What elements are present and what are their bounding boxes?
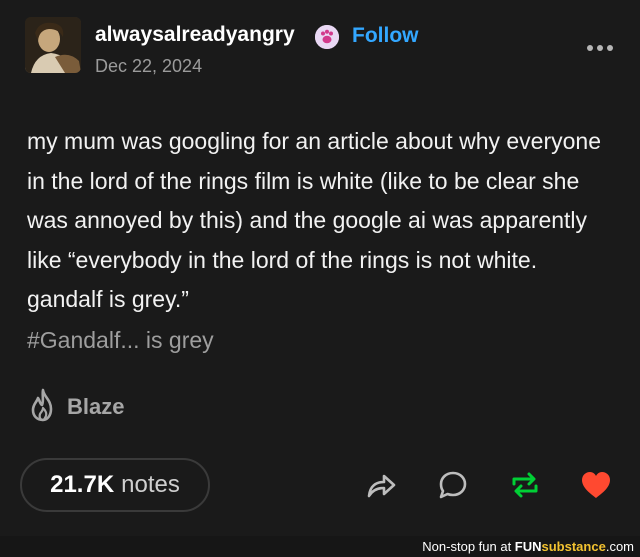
notes-count: 21.7K — [50, 471, 115, 498]
flame-icon — [27, 387, 59, 428]
more-options-icon[interactable] — [585, 38, 615, 58]
watermark-prefix: Non-stop fun at — [422, 539, 515, 554]
post-body: my mum was googling for an article about… — [27, 128, 602, 312]
blaze-button[interactable]: Blaze — [27, 387, 124, 427]
watermark-brand-sub: substance — [541, 539, 606, 554]
heart-icon[interactable] — [579, 468, 613, 502]
avatar-image — [25, 17, 81, 73]
post-date: Dec 22, 2024 — [95, 56, 203, 76]
username[interactable]: alwaysalreadyangry — [95, 23, 295, 47]
post-tag[interactable]: #Gandalf... is grey — [27, 327, 214, 354]
paw-badge-icon[interactable] — [315, 25, 339, 49]
watermark: Non-stop fun at FUNsubstance.com — [422, 536, 634, 557]
notes-button[interactable]: 21.7K notes — [20, 458, 210, 512]
post-card: alwaysalreadyangry Follow Dec 22, 2024 m… — [0, 0, 640, 536]
avatar[interactable] — [25, 17, 81, 73]
watermark-suffix: .com — [605, 539, 634, 554]
watermark-brand-fun: FUN — [514, 539, 542, 554]
reblog-icon[interactable] — [508, 468, 542, 502]
follow-button[interactable]: Follow — [352, 24, 419, 48]
reply-icon[interactable] — [436, 468, 470, 502]
blaze-label: Blaze — [67, 394, 125, 419]
notes-label: notes — [121, 471, 180, 498]
share-icon[interactable] — [364, 468, 398, 502]
